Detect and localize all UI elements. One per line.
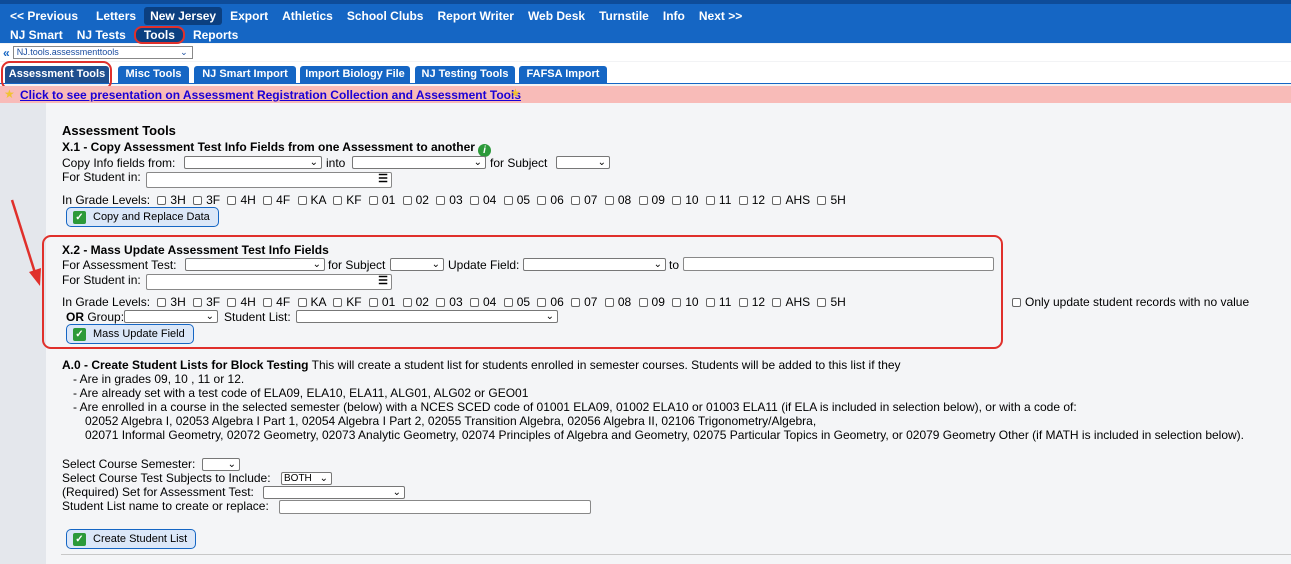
annotation-arrow-shaft xyxy=(10,199,38,277)
annotation-arrow xyxy=(10,199,41,286)
annotation-arrow-head xyxy=(29,268,41,286)
